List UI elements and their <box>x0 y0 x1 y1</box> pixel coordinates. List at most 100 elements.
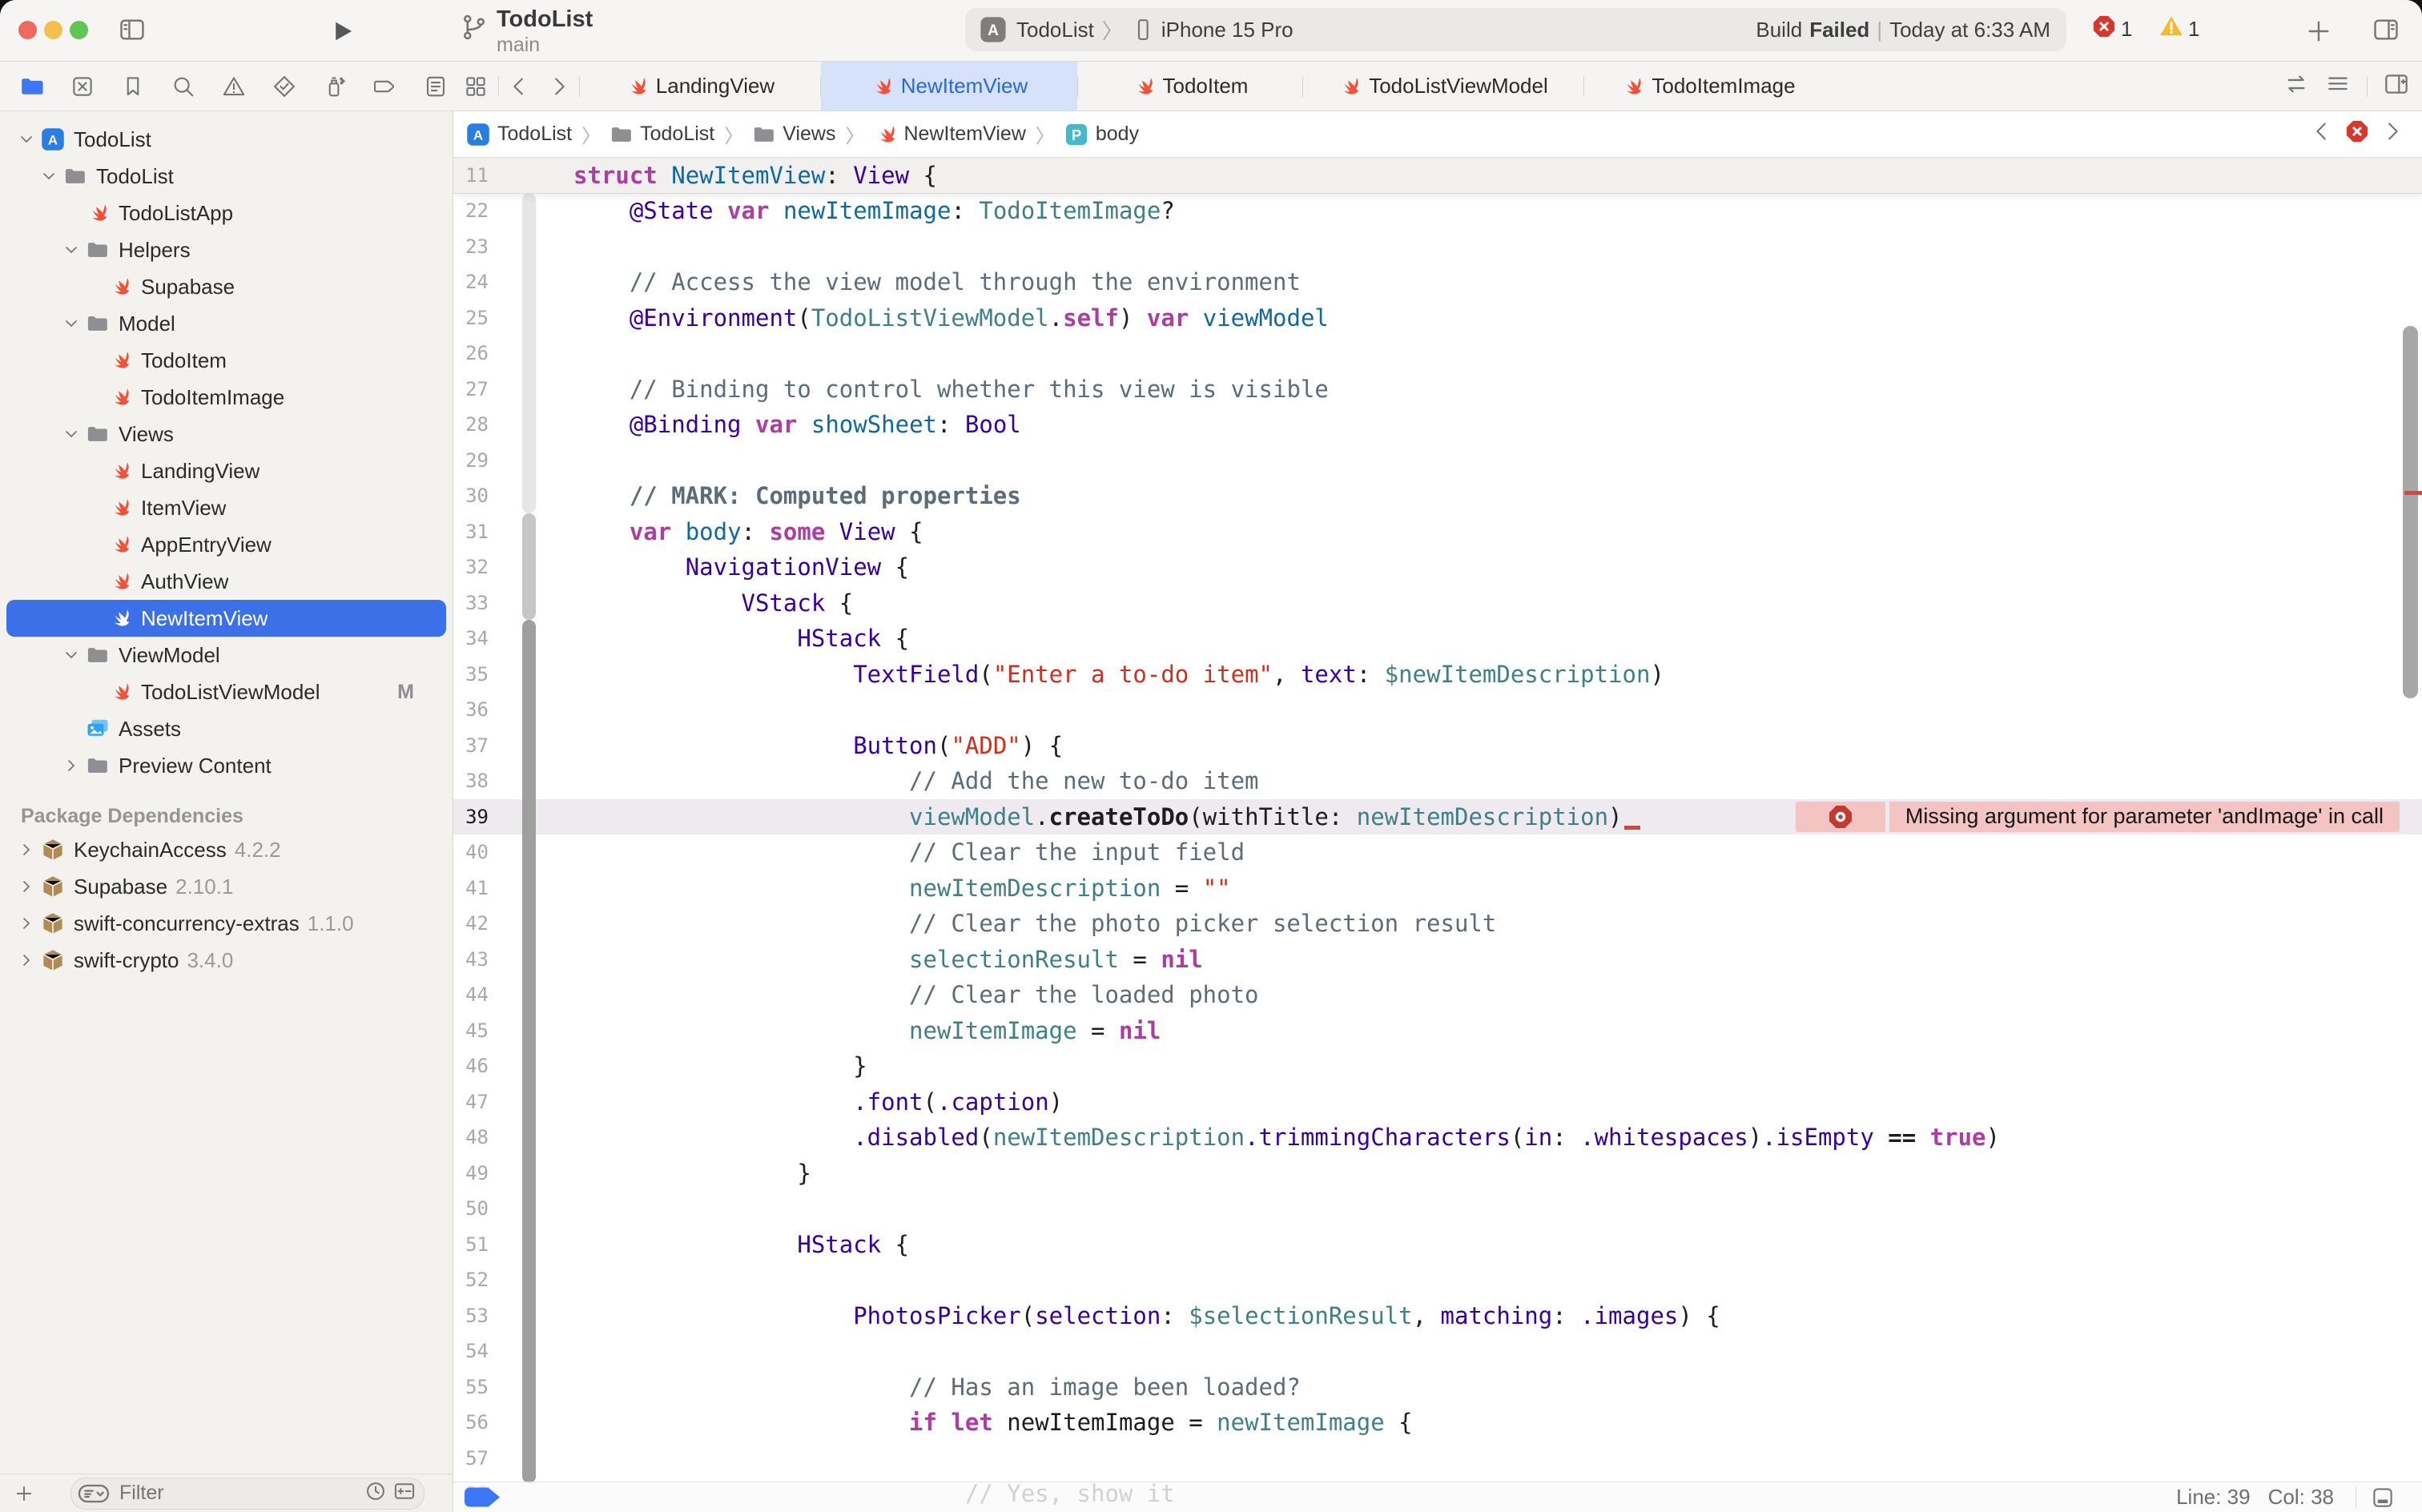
code-line-45[interactable]: 45 newItemImage = nil <box>453 1013 2422 1049</box>
tab-LandingView[interactable]: LandingView <box>580 62 820 111</box>
code-line-49[interactable]: 49 } <box>453 1156 2422 1192</box>
next-issue-icon[interactable] <box>2380 119 2404 149</box>
line-number[interactable]: 55 <box>453 1369 489 1405</box>
code-line-39[interactable]: 39 viewModel.createToDo(withTitle: newIt… <box>453 799 2422 835</box>
run-button[interactable] <box>328 18 356 45</box>
code-line-43[interactable]: 43 selectionResult = nil <box>453 942 2422 978</box>
code-line-47[interactable]: 47 .font(.caption) <box>453 1084 2422 1120</box>
line-number[interactable]: 34 <box>453 621 489 657</box>
previous-issue-icon[interactable] <box>2310 119 2334 149</box>
code-line-22[interactable]: 22 @State var newItemImage: TodoItemImag… <box>453 193 2422 229</box>
code-text[interactable]: // Clear the loaded photo <box>573 977 2422 1013</box>
recent-files-icon[interactable] <box>364 1480 387 1506</box>
code-line-55[interactable]: 55 // Has an image been loaded? <box>453 1369 2422 1405</box>
line-number[interactable]: 57 <box>453 1441 489 1477</box>
breadcrumb-item-NewItemView[interactable]: NewItemView <box>875 123 1026 146</box>
code-text[interactable]: if let newItemImage = newItemImage { <box>573 1405 2422 1441</box>
disclosure-right-icon[interactable] <box>14 840 38 859</box>
code-text[interactable]: .font(.caption) <box>573 1084 2422 1120</box>
code-text[interactable]: // Clear the input field <box>573 834 2422 871</box>
code-line-50[interactable]: 50 <box>453 1191 2422 1227</box>
code-text[interactable]: var body: some View { <box>573 514 2422 550</box>
line-number[interactable]: 41 <box>453 871 489 907</box>
code-text[interactable]: Button("ADD") { <box>573 728 2422 764</box>
tree-item-TodoItem[interactable]: TodoItem <box>6 342 446 379</box>
minimize-window-button[interactable] <box>44 21 62 39</box>
code-text[interactable]: selectionResult = nil <box>573 942 2422 978</box>
code-text[interactable]: // Add the new to-do item <box>573 763 2422 799</box>
tree-item-NewItemView[interactable]: NewItemView <box>6 600 446 637</box>
code-text[interactable]: // Has an image been loaded? <box>573 1369 2422 1405</box>
code-line-54[interactable]: 54 <box>453 1333 2422 1369</box>
tree-item-ItemView[interactable]: ItemView <box>6 489 446 526</box>
code-line-40[interactable]: 40 // Clear the input field <box>453 834 2422 871</box>
code-line-28[interactable]: 28 @Binding var showSheet: Bool <box>453 407 2422 443</box>
line-number[interactable]: 26 <box>453 336 489 372</box>
filter-options-icon[interactable] <box>78 1482 110 1506</box>
breadcrumb-item-TodoList[interactable]: ATodoList <box>466 123 572 147</box>
code-line-53[interactable]: 53 PhotosPicker(selection: $selectionRes… <box>453 1298 2422 1334</box>
disclosure-right-icon[interactable] <box>59 756 83 775</box>
fold-ribbon[interactable] <box>522 513 536 620</box>
line-number[interactable]: 31 <box>453 514 489 550</box>
tree-item-LandingView[interactable]: LandingView <box>6 452 446 489</box>
find-navigator-icon[interactable] <box>166 74 201 99</box>
line-number[interactable]: 28 <box>453 407 489 443</box>
code-line-46[interactable]: 46 } <box>453 1048 2422 1084</box>
tab-TodoItem[interactable]: TodoItem <box>1078 62 1302 111</box>
line-number[interactable]: 45 <box>453 1013 489 1049</box>
add-button[interactable] <box>2305 18 2332 45</box>
code-text[interactable]: } <box>573 1156 2422 1192</box>
go-back-icon[interactable] <box>499 62 539 111</box>
code-line-37[interactable]: 37 Button("ADD") { <box>453 728 2422 764</box>
package-item-Supabase[interactable]: Supabase 2.10.1 <box>6 868 446 905</box>
code-line-25[interactable]: 25 @Environment(TodoListViewModel.self) … <box>453 300 2422 336</box>
related-items-icon[interactable] <box>453 62 498 111</box>
tree-item-AppEntryView[interactable]: AppEntryView <box>6 526 446 563</box>
code-line-51[interactable]: 51 HStack { <box>453 1227 2422 1263</box>
go-forward-icon[interactable] <box>539 62 579 111</box>
code-line-48[interactable]: 48 .disabled(newItemDescription.trimming… <box>453 1120 2422 1156</box>
scheme-status-pill[interactable]: A TodoList 〉 iPhone 15 Pro Build Failed … <box>965 8 2066 51</box>
line-number[interactable]: 39 <box>453 799 489 835</box>
disclosure-down-icon[interactable] <box>37 167 61 186</box>
line-number[interactable]: 32 <box>453 549 489 585</box>
code-line-38[interactable]: 38 // Add the new to-do item <box>453 763 2422 799</box>
line-number[interactable]: 40 <box>453 834 489 871</box>
source-control-navigator-icon[interactable] <box>65 74 100 99</box>
tree-item-TodoList[interactable]: ATodoList <box>6 121 446 158</box>
toggle-sidebar-icon[interactable] <box>117 16 147 43</box>
inline-error-banner[interactable]: Missing argument for parameter 'andImage… <box>1796 802 2400 832</box>
code-line-57[interactable]: 57 <box>453 1441 2422 1477</box>
code-text[interactable]: NavigationView { <box>573 549 2422 585</box>
code-text[interactable]: HStack { <box>573 1227 2422 1263</box>
code-line-26[interactable]: 26 <box>453 336 2422 372</box>
code-line-52[interactable]: 52 <box>453 1262 2422 1298</box>
tab-TodoListViewModel[interactable]: TodoListViewModel <box>1303 62 1583 111</box>
project-navigator-icon[interactable] <box>14 75 50 98</box>
run-destination[interactable]: iPhone 15 Pro <box>1161 18 1293 42</box>
tab-TodoItemImage[interactable]: TodoItemImage <box>1584 62 1833 111</box>
line-number[interactable]: 53 <box>453 1298 489 1334</box>
tree-item-Assets[interactable]: Assets <box>6 710 446 747</box>
breakpoint-navigator-icon[interactable] <box>368 74 403 99</box>
breadcrumb-item-TodoList[interactable]: TodoList <box>610 123 714 146</box>
code-line-35[interactable]: 35 TextField("Enter a to-do item", text:… <box>453 657 2422 693</box>
line-number[interactable]: 33 <box>453 585 489 621</box>
disclosure-down-icon[interactable] <box>59 240 83 259</box>
report-navigator-icon[interactable] <box>418 74 453 99</box>
test-navigator-icon[interactable] <box>267 74 302 99</box>
debug-navigator-icon[interactable] <box>317 74 352 99</box>
zoom-window-button[interactable] <box>70 21 88 39</box>
vertical-scrollbar[interactable] <box>2403 326 2418 698</box>
code-editor[interactable]: 11 struct NewItemView: View { 22 @State … <box>453 158 2422 1512</box>
line-number[interactable]: 56 <box>453 1405 489 1441</box>
disclosure-down-icon[interactable] <box>59 424 83 444</box>
code-text[interactable]: // Clear the photo picker selection resu… <box>573 906 2422 942</box>
tree-item-ViewModel[interactable]: ViewModel <box>6 637 446 674</box>
tree-item-AuthView[interactable]: AuthView <box>6 563 446 600</box>
line-number[interactable]: 46 <box>453 1048 489 1084</box>
code-line-34[interactable]: 34 HStack { <box>453 621 2422 657</box>
tree-item-Helpers[interactable]: Helpers <box>6 231 446 268</box>
warning-count-badge[interactable]: 1 <box>2159 14 2199 44</box>
